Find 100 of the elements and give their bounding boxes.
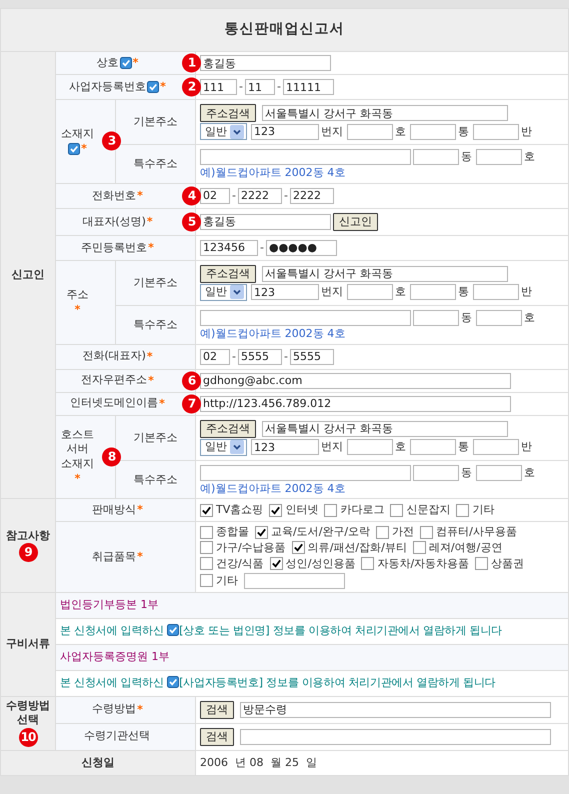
document-name: 법인등기부등본 1부 [60,598,158,612]
dropdown[interactable]: 일반 [200,438,247,456]
dropdown[interactable]: 일반 [200,123,247,140]
input-field[interactable] [200,310,411,326]
field-label: 주소 [66,288,88,302]
input-field[interactable]: 02 [200,188,230,204]
input-field[interactable]: 11 [244,79,275,95]
field-label: 소재지 [61,126,94,142]
input-field[interactable]: 서울특별시 강서구 화곡동 [262,105,508,121]
checkbox[interactable]: 신문잡지 [390,503,450,518]
example-text: 예)월드컵아파트 2002동 4호 [200,482,346,496]
input-field[interactable] [240,728,551,744]
input-field[interactable] [476,464,522,480]
unit-label: 통 [458,285,469,300]
section-label: 구비서류 [6,637,50,651]
number-badge: 6 [182,371,201,390]
input-field[interactable] [347,439,393,455]
example-text: 예)월드컵아파트 2002동 4호 [200,166,346,180]
input-field[interactable]: 5555 [238,348,282,364]
number-badge: 9 [18,543,38,562]
checkbox[interactable]: 인터넷 [269,503,318,518]
input-field[interactable]: 서울특별시 강서구 화곡동 [262,266,508,282]
checkbox[interactable]: 자동차/자동차용품 [361,556,470,570]
input-field[interactable]: 123456 [200,240,258,256]
input-field[interactable] [473,124,519,140]
required-mark: * [137,550,143,564]
checkbox[interactable]: 성인/성인용품 [270,556,356,570]
number-badge: 5 [182,212,201,232]
input-field[interactable]: 111 [200,79,237,95]
input-field[interactable] [473,439,519,455]
note-text: [사업자등록번호] 정보를 이용하여 처리기관에서 열람하게 됩니다 [179,676,496,690]
checkbox[interactable]: 의류/패션/잡화/뷰티 [292,541,407,555]
input-field[interactable]: 123 [251,439,319,455]
input-field[interactable]: 11111 [282,79,334,95]
input-field[interactable] [347,284,393,300]
unit-label: 반 [521,124,532,138]
input-field[interactable] [473,284,519,300]
checkbox[interactable]: 카다로그 [324,503,384,518]
checkbox[interactable]: 기타 [456,503,494,518]
input-field[interactable] [347,124,393,140]
input-field[interactable]: ●●●●● [266,240,337,256]
input-field[interactable] [244,572,345,588]
unit-label: 호 [524,466,535,480]
input-field[interactable]: 123 [251,124,319,140]
section-label: 신고인 [12,268,44,282]
required-mark: * [132,56,138,70]
section-label: 수령방법 선택 [6,699,50,727]
input-field[interactable]: 서울특별시 강서구 화곡동 [262,420,508,436]
checkmark-icon [270,504,282,516]
checkbox[interactable]: 가전 [376,525,414,539]
input-field[interactable]: 02 [200,348,230,364]
address-search-button[interactable]: 주소검색 [200,104,256,122]
date-text: 2006 년 08 월 25 일 [200,756,317,769]
unit-label: 호 [524,310,535,325]
input-field[interactable]: gdhong@abc.com [200,372,511,388]
search-button[interactable]: 검색 [200,728,234,746]
checkbox[interactable]: 기타 [200,574,238,588]
unit-label: 동 [461,150,472,164]
checkbox[interactable]: 교육/도서/완구/오락 [255,525,370,539]
required-mark: * [81,142,87,156]
input-field[interactable]: 홍길동 [200,55,331,71]
field-label: 호스트 서버 소재지 [61,428,94,471]
dropdown[interactable]: 일반 [200,284,247,301]
input-field[interactable] [410,439,456,455]
input-field[interactable]: 2222 [290,188,334,204]
input-field[interactable]: 2222 [238,188,282,204]
address-search-button[interactable]: 주소검색 [200,420,256,438]
field-label: 특수주소 [116,144,196,184]
input-field[interactable]: 방문수령 [240,702,551,718]
checkbox[interactable]: 컴퓨터/사무용품 [420,525,517,539]
input-field[interactable] [410,284,456,300]
input-field[interactable] [476,149,522,165]
checkbox[interactable]: 레져/여행/공연 [412,541,502,555]
input-field[interactable]: 5555 [290,348,334,364]
checkbox[interactable]: 건강/식품 [200,556,264,570]
field-label: 판매방식 [92,503,136,518]
input-field[interactable] [200,149,411,165]
checkbox[interactable]: TV홈쇼핑 [200,503,264,518]
number-badge: 2 [182,78,201,96]
input-field[interactable] [413,310,459,326]
checkbox[interactable]: 종합몰 [200,525,249,539]
required-mark: * [74,302,80,317]
required-mark: * [137,702,143,716]
document-name: 사업자등록증명원 1부 [60,650,170,664]
input-field[interactable] [200,464,411,480]
required-mark: * [146,350,153,364]
number-badge: 8 [102,447,121,466]
checkbox[interactable]: 가구/수납용품 [200,541,286,555]
input-field[interactable]: 홍길동 [200,214,331,230]
input-field[interactable] [410,124,456,140]
input-field[interactable] [413,149,459,165]
note-text: [상호 또는 법인명] 정보를 이용하여 처리기관에서 열람하게 됩니다 [179,624,502,638]
input-field[interactable] [413,464,459,480]
address-search-button[interactable]: 주소검색 [200,264,256,283]
checkbox[interactable]: 상품권 [475,556,524,570]
search-button[interactable]: 검색 [200,700,234,718]
input-field[interactable]: http://123.456.789.012 [200,396,511,412]
reporter-button[interactable]: 신고인 [333,212,378,231]
input-field[interactable] [476,310,522,326]
input-field[interactable]: 123 [251,284,319,300]
